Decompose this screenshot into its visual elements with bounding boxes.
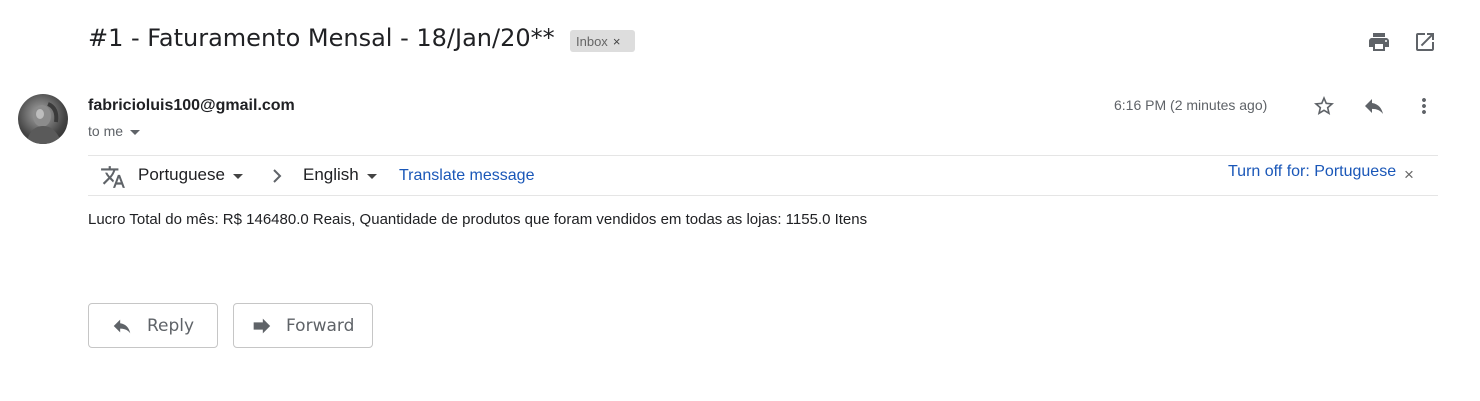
chevron-down-icon xyxy=(232,173,243,179)
translate-bar: Portuguese English Translate message Tur… xyxy=(88,155,1438,196)
email-subject: #1 - Faturamento Mensal - 18/Jan/20** xyxy=(88,24,555,52)
avatar-photo xyxy=(26,102,62,144)
chevron-down-icon xyxy=(366,173,377,179)
close-icon[interactable]: × xyxy=(1404,165,1414,185)
target-language-label: English xyxy=(303,165,359,184)
translate-message-link[interactable]: Translate message xyxy=(399,167,534,185)
forward-button[interactable]: Forward xyxy=(233,303,373,348)
reply-icon[interactable] xyxy=(1362,94,1386,118)
inbox-label-chip[interactable]: Inbox × xyxy=(570,30,635,52)
reply-button-label: Reply xyxy=(147,315,195,336)
star-icon[interactable] xyxy=(1312,94,1336,118)
sender-avatar[interactable] xyxy=(18,94,68,144)
target-language-select[interactable]: English xyxy=(303,165,377,185)
forward-button-label: Forward xyxy=(286,315,355,336)
email-timestamp: 6:16 PM (2 minutes ago) xyxy=(1114,97,1268,113)
turn-off-translation-link[interactable]: Turn off for: Portuguese xyxy=(1228,163,1396,181)
more-vert-icon[interactable] xyxy=(1412,94,1436,118)
recipient-details-toggle[interactable]: to me xyxy=(88,123,141,139)
forward-icon xyxy=(253,318,271,333)
chevron-right-icon xyxy=(273,169,282,183)
open-new-window-icon[interactable] xyxy=(1413,30,1437,54)
reply-button[interactable]: Reply xyxy=(88,303,218,348)
translate-icon xyxy=(101,166,125,188)
email-body: Lucro Total do mês: R$ 146480.0 Reais, Q… xyxy=(88,211,868,228)
remove-label-icon[interactable]: × xyxy=(613,34,621,49)
source-language-label: Portuguese xyxy=(138,165,225,184)
sender-email[interactable]: fabricioluis100@gmail.com xyxy=(88,97,295,115)
source-language-select[interactable]: Portuguese xyxy=(138,165,243,185)
reply-icon xyxy=(113,319,131,333)
chevron-down-icon xyxy=(130,129,141,135)
inbox-label-text: Inbox xyxy=(576,33,608,49)
print-icon[interactable] xyxy=(1367,30,1391,54)
recipient-text: to me xyxy=(88,123,124,139)
